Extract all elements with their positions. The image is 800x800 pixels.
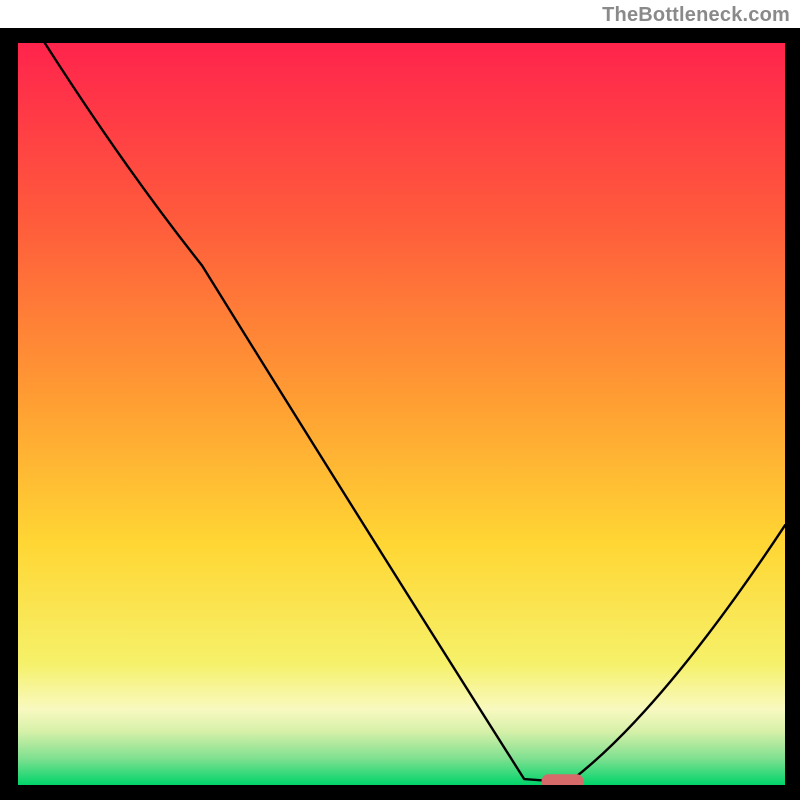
plot-area: [18, 28, 785, 788]
frame-bottom: [0, 785, 800, 800]
watermark-text: TheBottleneck.com: [602, 4, 790, 27]
bottleneck-chart: [0, 0, 800, 800]
frame-right: [785, 28, 800, 800]
frame-left: [0, 28, 18, 800]
frame-top: [0, 28, 800, 43]
gradient-background: [18, 28, 785, 785]
chart-container: TheBottleneck.com: [0, 0, 800, 800]
